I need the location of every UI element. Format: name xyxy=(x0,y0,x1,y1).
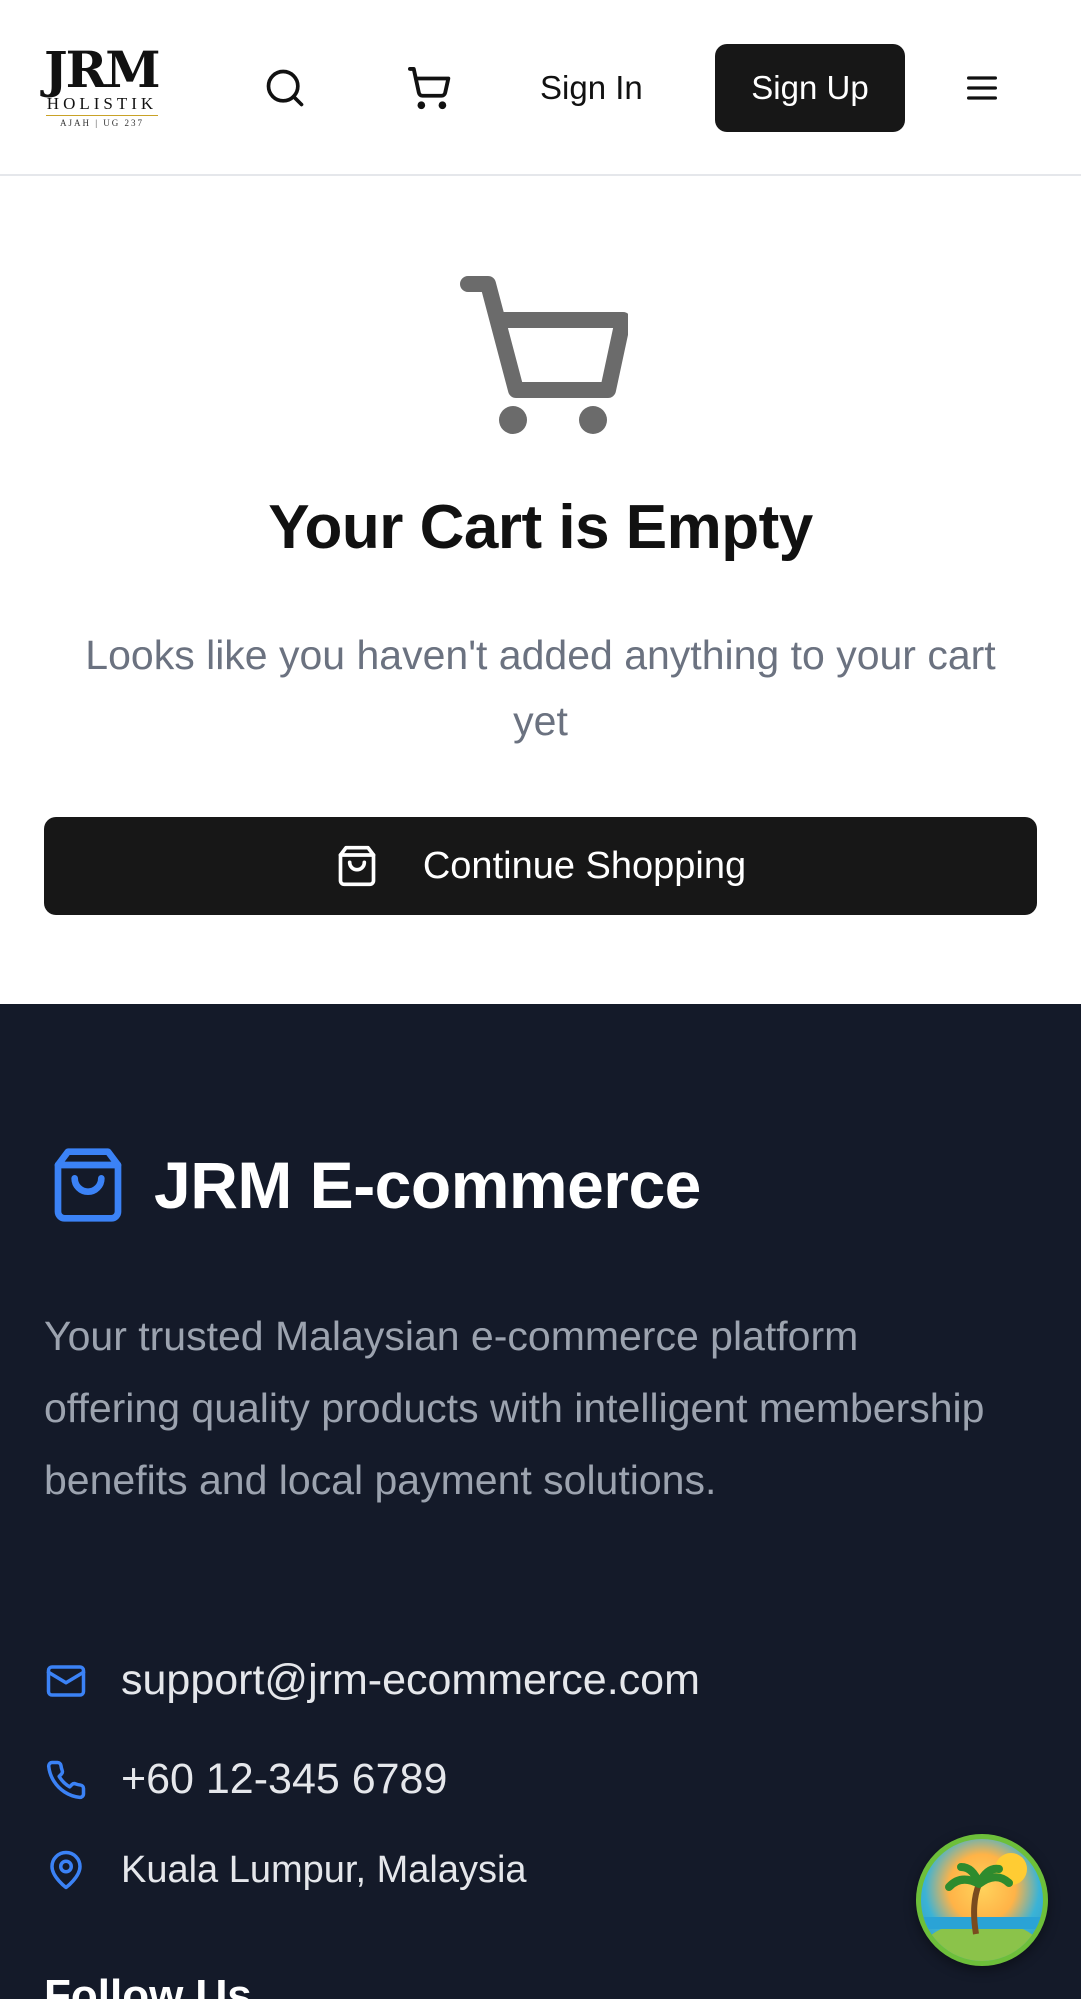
menu-icon[interactable] xyxy=(958,64,1006,112)
footer-brand-name: JRM E-commerce xyxy=(154,1148,701,1222)
logo-sub-text: HOLISTIK xyxy=(46,94,158,113)
follow-us-heading: Follow Us xyxy=(44,1971,252,1999)
logo-divider xyxy=(46,115,158,116)
map-pin-icon xyxy=(44,1848,88,1892)
footer-email-text: support@jrm-ecommerce.com xyxy=(121,1656,700,1704)
empty-cart-icon xyxy=(458,272,631,438)
island-icon xyxy=(921,1853,1043,1961)
continue-shopping-label: Continue Shopping xyxy=(422,844,747,887)
logo-tagline: AJAH | UG 237 xyxy=(59,118,145,128)
empty-cart-title: Your Cart is Empty xyxy=(268,493,813,562)
sign-in-link[interactable]: Sign In xyxy=(540,60,643,116)
footer-description: Your trusted Malaysian e-commerce platfo… xyxy=(44,1313,985,1503)
logo-main-text: JRM xyxy=(44,40,161,99)
jrm-holistik-logo[interactable]: JRM HOLISTIK AJAH | UG 237 xyxy=(44,40,161,132)
footer-location-text: Kuala Lumpur, Malaysia xyxy=(121,1848,527,1891)
site-header: JRM HOLISTIK AJAH | UG 237 Sign In Sign … xyxy=(0,0,1081,176)
floating-assistant-button[interactable] xyxy=(916,1834,1048,1966)
footer-phone-text: +60 12-345 6789 xyxy=(121,1755,448,1803)
mail-icon xyxy=(44,1659,88,1703)
search-icon[interactable] xyxy=(261,64,309,112)
footer-phone[interactable]: +60 12-345 6789 xyxy=(44,1755,447,1804)
footer-location: Kuala Lumpur, Malaysia xyxy=(44,1848,527,1892)
cart-icon[interactable] xyxy=(405,64,453,112)
shopping-bag-icon xyxy=(48,1142,128,1228)
shopping-bag-icon xyxy=(335,844,379,888)
empty-cart-subtitle: Looks like you haven't added anything to… xyxy=(85,632,996,744)
phone-icon xyxy=(44,1758,88,1802)
sign-up-button[interactable]: Sign Up xyxy=(715,44,905,132)
footer-email[interactable]: support@jrm-ecommerce.com xyxy=(44,1656,700,1705)
site-footer: JRM E-commerce Your trusted Malaysian e-… xyxy=(0,1004,1081,1999)
continue-shopping-button[interactable]: Continue Shopping xyxy=(44,817,1037,915)
